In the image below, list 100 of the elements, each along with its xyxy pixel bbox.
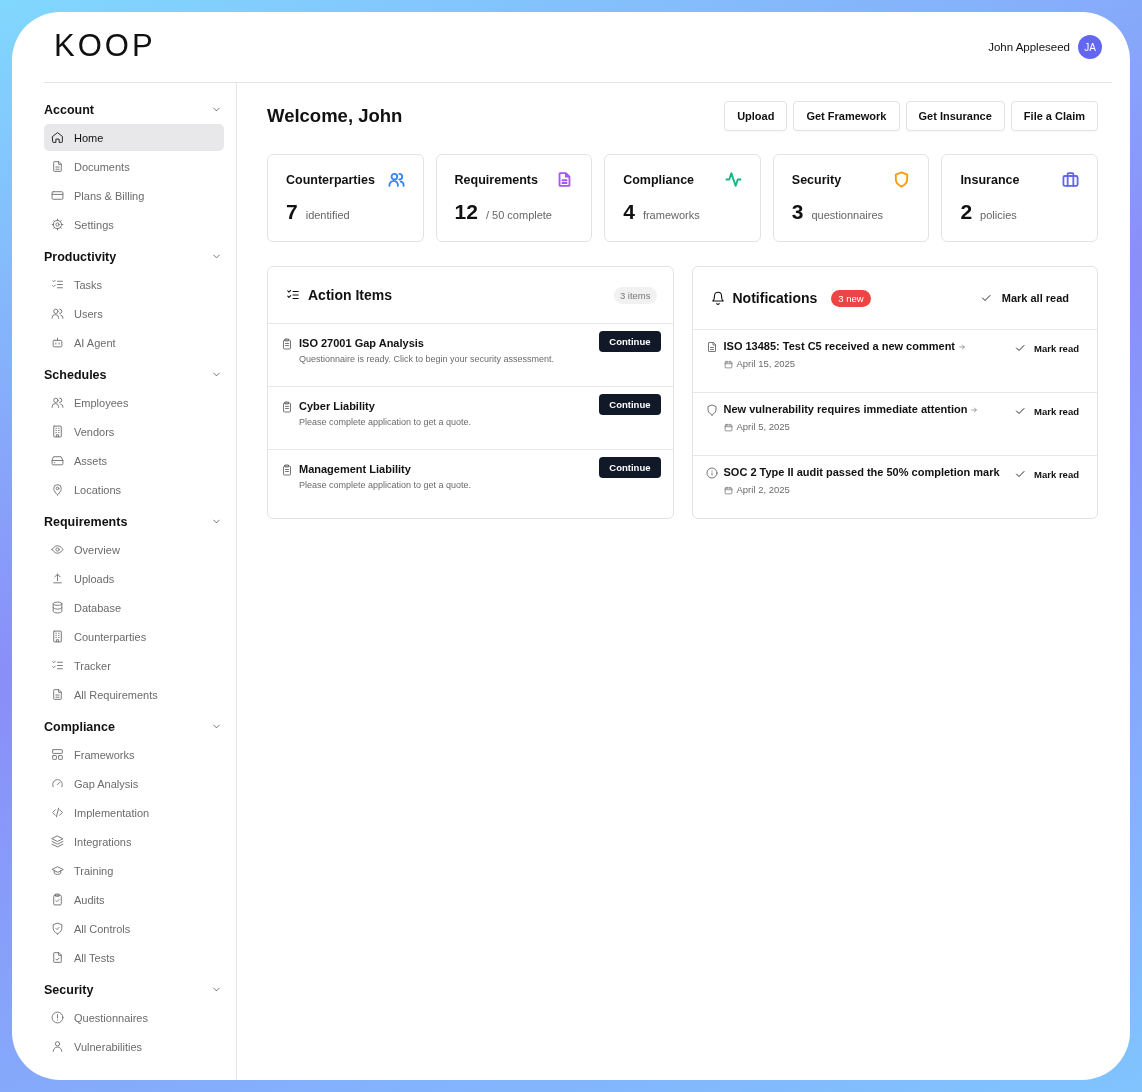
sidebar-item[interactable]: Vulnerabilities	[44, 1033, 224, 1060]
sidebar-item[interactable]: All Tests	[44, 944, 224, 971]
panel-title: Action Items	[308, 287, 392, 303]
sidebar-item[interactable]: Home	[44, 124, 224, 151]
clipboard-check-icon	[51, 893, 64, 906]
item-title: Cyber Liability	[299, 400, 376, 412]
new-badge: 3 new	[831, 289, 871, 307]
item-description: Questionnaire is ready. Click to begin your security assessment.	[299, 354, 554, 364]
drive-icon	[51, 454, 64, 467]
section-header[interactable]: Requirements	[44, 507, 224, 536]
document-icon	[51, 688, 64, 701]
item-description: Please complete application to get a quote.	[299, 480, 472, 490]
stat-title: Requirements	[454, 172, 538, 187]
sidebar-item[interactable]: All Requirements	[44, 681, 224, 708]
stat-title: Compliance	[623, 172, 695, 187]
action-button[interactable]: Get Framework	[793, 101, 900, 131]
sidebar-item[interactable]: Locations	[44, 476, 224, 503]
calendar-icon	[723, 422, 733, 432]
section-header[interactable]: Productivity	[44, 242, 224, 271]
info-icon	[705, 467, 718, 479]
checklist-icon	[51, 278, 64, 291]
mark-read-button[interactable]: Mark read	[1014, 468, 1079, 480]
sidebar-item[interactable]: Vendors	[44, 418, 224, 445]
code-icon	[51, 806, 64, 819]
sidebar-item[interactable]: Counterparties	[44, 623, 224, 650]
continue-button[interactable]: Continue	[599, 457, 661, 478]
check-icon	[1014, 342, 1027, 354]
gauge-icon	[51, 777, 64, 790]
notification-text: New vulnerability requires immediate attention	[723, 403, 968, 415]
sidebar-item[interactable]: Audits	[44, 886, 224, 913]
stat-value: 4	[623, 200, 635, 224]
robot-icon	[51, 336, 64, 349]
checklist-icon	[51, 659, 64, 672]
section-header[interactable]: Security	[44, 975, 224, 1004]
sidebar-item[interactable]: Assets	[44, 447, 224, 474]
notification-text: ISO 13485: Test C5 received a new comment	[723, 340, 955, 352]
user-avatar[interactable]: JA	[1078, 35, 1102, 59]
upload-icon	[51, 572, 64, 585]
stat-title: Counterparties	[286, 172, 375, 187]
sidebar-item[interactable]: All Controls	[44, 915, 224, 942]
calendar-icon	[723, 359, 733, 369]
logo: KOOP	[53, 28, 156, 64]
sidebar-item[interactable]: Training	[44, 857, 224, 884]
file-check-icon	[51, 951, 64, 964]
section-header[interactable]: Compliance	[44, 712, 224, 741]
layers-icon	[51, 835, 64, 848]
sidebar-item[interactable]: Tasks	[44, 271, 224, 298]
sidebar-item[interactable]: Implementation	[44, 799, 224, 826]
sidebar-item[interactable]: AI Agent	[44, 329, 224, 356]
settings-icon	[51, 218, 64, 231]
mark-read-button[interactable]: Mark read	[1014, 342, 1079, 354]
map-pin-icon	[51, 483, 64, 496]
users-icon	[51, 396, 64, 409]
action-button[interactable]: Get Insurance	[905, 101, 1005, 131]
sidebar-item[interactable]: Database	[44, 594, 224, 621]
arrow-icon	[970, 405, 979, 414]
stat-title: Insurance	[960, 172, 1020, 187]
eye-icon	[51, 543, 64, 556]
stat-value: 7	[286, 200, 298, 224]
stat-unit: / 50 complete	[485, 209, 552, 221]
checklist-icon	[286, 288, 300, 302]
check-icon	[1014, 468, 1027, 480]
database-icon	[51, 601, 64, 614]
action-button[interactable]: Upload	[724, 101, 788, 131]
sidebar-item[interactable]: Users	[44, 300, 224, 327]
clipboard-icon	[281, 401, 293, 413]
stat-unit: identified	[305, 209, 350, 221]
credit-card-icon	[51, 189, 64, 202]
sidebar-item[interactable]: Frameworks	[44, 741, 224, 768]
count-badge: 3 items	[613, 286, 657, 304]
sidebar-item[interactable]: Documents	[44, 153, 224, 180]
graduation-cap-icon	[51, 864, 64, 877]
check-icon	[979, 292, 992, 304]
notification-date: April 5, 2025	[736, 421, 790, 432]
section-header[interactable]: Schedules	[44, 360, 224, 389]
check-icon	[1014, 405, 1027, 417]
sidebar-item[interactable]: Questionnaires	[44, 1004, 224, 1031]
building-icon	[51, 630, 64, 643]
continue-button[interactable]: Continue	[599, 331, 661, 352]
calendar-icon	[723, 485, 733, 495]
sidebar-item[interactable]: Plans & Billing	[44, 182, 224, 209]
sidebar-item[interactable]: Employees	[44, 389, 224, 416]
section-header[interactable]: Account	[44, 95, 224, 124]
sidebar-item[interactable]: Gap Analysis	[44, 770, 224, 797]
home-icon	[51, 131, 64, 144]
sidebar-item[interactable]: Settings	[44, 211, 224, 238]
mark-all-read-button[interactable]: Mark all read	[979, 292, 1069, 304]
sidebar-item[interactable]: Uploads	[44, 565, 224, 592]
sidebar-item[interactable]: Tracker	[44, 652, 224, 679]
alert-icon	[51, 1011, 64, 1024]
stat-title: Security	[791, 172, 842, 187]
shield-check-icon	[51, 922, 64, 935]
page-title: Welcome, John	[267, 105, 403, 127]
action-button[interactable]: File a Claim	[1010, 101, 1098, 131]
sidebar-item[interactable]: Integrations	[44, 828, 224, 855]
document-icon	[51, 160, 64, 173]
sidebar-item[interactable]: Overview	[44, 536, 224, 563]
user-icon	[51, 1040, 64, 1053]
continue-button[interactable]: Continue	[599, 394, 661, 415]
mark-read-button[interactable]: Mark read	[1014, 405, 1079, 417]
